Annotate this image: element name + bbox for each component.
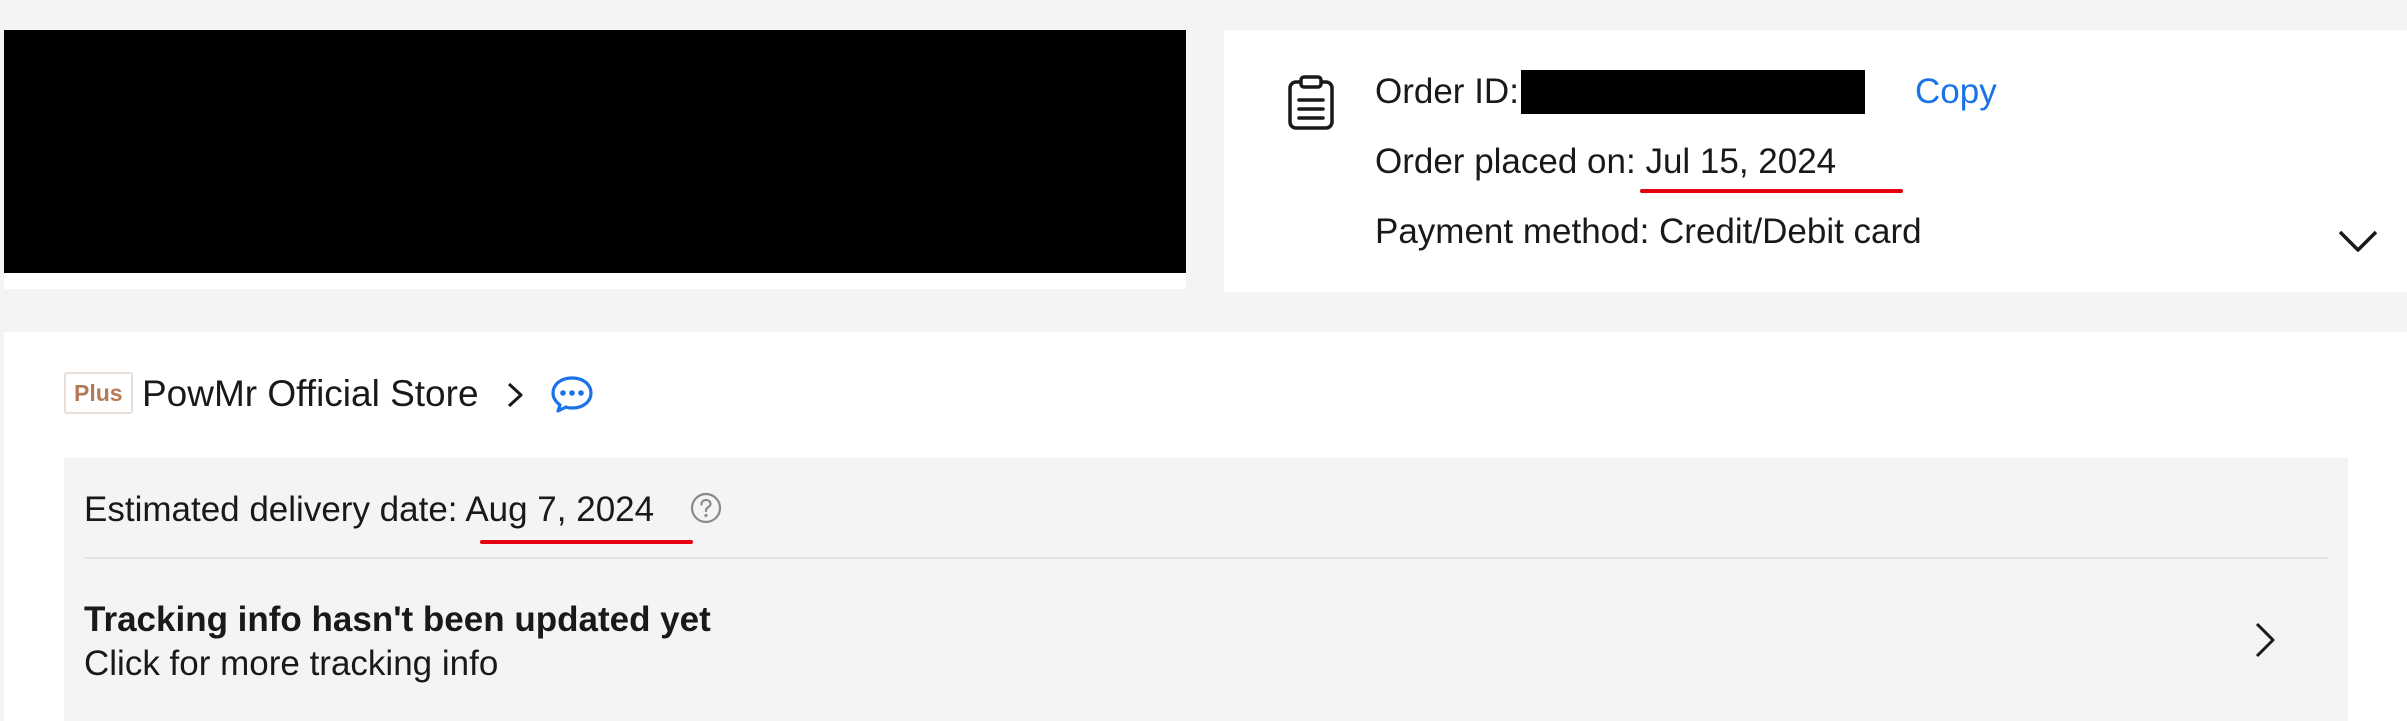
document-icon bbox=[1288, 75, 1334, 130]
chevron-right-icon[interactable] bbox=[504, 380, 526, 410]
tracking-more-info-link[interactable]: Click for more tracking info bbox=[84, 642, 498, 686]
chat-icon[interactable] bbox=[550, 374, 594, 414]
order-id-redacted bbox=[1520, 69, 1865, 114]
redacted-area bbox=[4, 30, 1186, 273]
order-placed-date: Jul 15, 2024 bbox=[1645, 142, 1837, 181]
order-info-card: Order ID: Copy Order placed on: Jul 15, … bbox=[1224, 30, 2407, 292]
order-id-row: Order ID: bbox=[1375, 69, 1865, 116]
plus-badge: Plus bbox=[64, 372, 133, 414]
store-name-link[interactable]: PowMr Official Store bbox=[142, 372, 479, 416]
store-section: Plus PowMr Official Store Estimated deli… bbox=[4, 332, 2407, 721]
divider bbox=[84, 557, 2328, 559]
payment-method-row: Payment method: Credit/Debit card bbox=[1375, 212, 1922, 251]
chevron-down-icon[interactable] bbox=[2336, 226, 2380, 256]
order-placed-row: Order placed on: Jul 15, 2024 bbox=[1375, 140, 1836, 184]
date-highlight-underline bbox=[480, 540, 693, 544]
card-bottom-strip bbox=[4, 273, 1186, 289]
chevron-right-icon[interactable] bbox=[2252, 618, 2278, 662]
tracking-status-title[interactable]: Tracking info hasn't been updated yet bbox=[84, 598, 711, 642]
copy-order-id-button[interactable]: Copy bbox=[1915, 70, 1997, 114]
estimated-delivery-label: Estimated delivery date: bbox=[84, 490, 466, 529]
help-icon[interactable] bbox=[689, 491, 723, 525]
order-placed-label: Order placed on: bbox=[1375, 142, 1646, 181]
date-highlight-underline bbox=[1640, 189, 1903, 193]
order-id-label: Order ID: bbox=[1375, 72, 1519, 111]
delivery-info-box: Estimated delivery date: Aug 7, 2024 Tra… bbox=[64, 458, 2348, 721]
estimated-delivery-row: Estimated delivery date: Aug 7, 2024 bbox=[84, 488, 654, 532]
estimated-delivery-date: Aug 7, 2024 bbox=[465, 490, 655, 529]
